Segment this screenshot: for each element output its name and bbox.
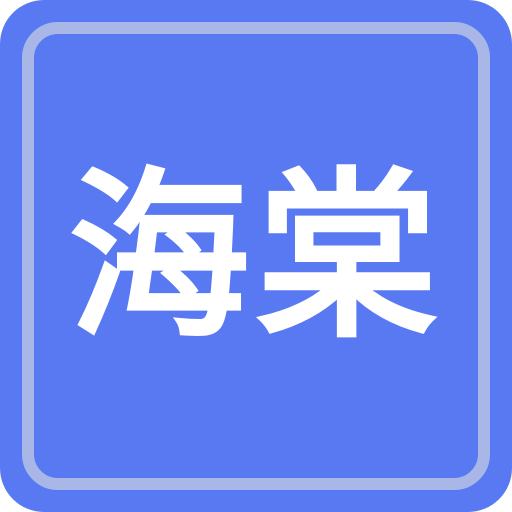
icon-label: 海棠 xyxy=(68,149,444,363)
app-icon[interactable]: 海棠 xyxy=(0,0,512,512)
